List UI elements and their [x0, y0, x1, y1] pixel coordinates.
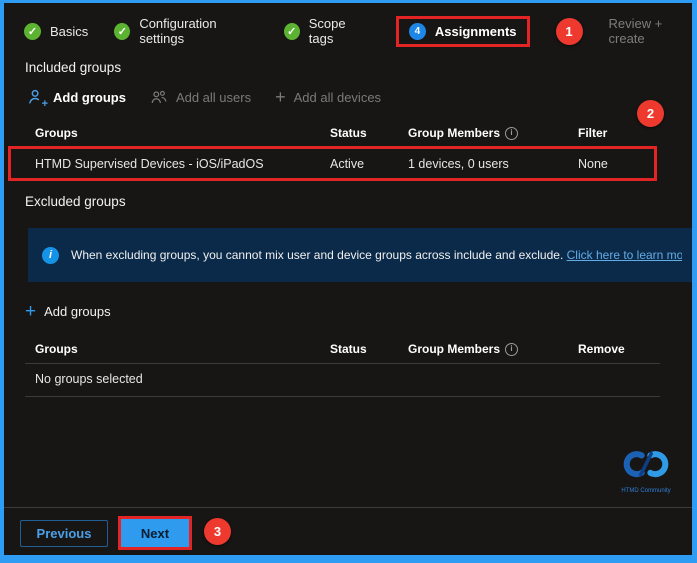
screenshot-frame: ✓ Basics ✓ Configuration settings ✓ Scop… [0, 0, 697, 563]
included-table-header: Groups Status Group Members i Filter [0, 126, 697, 140]
group-name-link[interactable]: HTMD Supervised Devices - iOS/iPadOS [35, 157, 330, 171]
status-value: Active [330, 157, 408, 171]
annotation-step-2: 2 [637, 100, 664, 127]
logo-caption: HTMD Community [612, 488, 680, 494]
column-group-members: Group Members i [408, 342, 578, 356]
person-add-icon: + [27, 88, 45, 106]
check-icon: ✓ [284, 23, 300, 40]
tab-label: Review + create [609, 16, 697, 46]
add-groups-label: Add groups [53, 90, 126, 105]
tab-label: Assignments [435, 24, 517, 39]
excluded-table-header: Groups Status Group Members i Remove [0, 342, 697, 356]
excluded-groups-heading: Excluded groups [25, 194, 126, 209]
add-all-devices-button: + Add all devices [275, 88, 381, 106]
included-groups-heading: Included groups [25, 60, 121, 75]
empty-table-message: No groups selected [35, 372, 143, 386]
step-number-badge: 4 [409, 23, 426, 40]
banner-text: When excluding groups, you cannot mix us… [71, 248, 682, 262]
tab-review-create: Review + create [609, 16, 697, 46]
check-icon: ✓ [24, 23, 41, 40]
footer-divider [4, 507, 692, 508]
add-groups-button[interactable]: + Add groups [27, 88, 126, 106]
divider [25, 363, 660, 364]
add-groups-label: Add groups [44, 304, 111, 319]
annotation-box-assignments: 4 Assignments [396, 16, 530, 47]
tab-scope-tags[interactable]: ✓ Scope tags [284, 16, 370, 46]
tab-label: Basics [50, 24, 88, 39]
next-button[interactable]: Next [121, 519, 189, 547]
included-groups-toolbar: + Add groups Add all users + Add all dev… [27, 88, 381, 106]
plus-icon: + [25, 302, 36, 321]
add-all-users-label: Add all users [176, 90, 251, 105]
group-members-value: 1 devices, 0 users [408, 157, 578, 171]
add-all-devices-label: Add all devices [294, 90, 381, 105]
column-status: Status [330, 126, 408, 140]
column-filter: Filter [578, 126, 657, 140]
info-icon: i [42, 247, 59, 264]
info-banner: i When excluding groups, you cannot mix … [28, 228, 692, 282]
tab-basics[interactable]: ✓ Basics [24, 23, 88, 40]
previous-button[interactable]: Previous [20, 520, 108, 547]
plus-badge: + [42, 99, 48, 110]
column-status: Status [330, 342, 408, 356]
info-icon[interactable]: i [505, 343, 518, 356]
annotation-step-3: 3 [204, 518, 231, 545]
people-icon [150, 88, 168, 106]
tab-label: Configuration settings [139, 16, 257, 46]
filter-value: None [578, 157, 654, 171]
tab-label: Scope tags [309, 16, 370, 46]
logo-icon [619, 448, 673, 482]
wizard-steps: ✓ Basics ✓ Configuration settings ✓ Scop… [24, 14, 697, 48]
column-groups: Groups [35, 126, 330, 140]
column-group-members: Group Members i [408, 126, 578, 140]
check-icon: ✓ [114, 23, 130, 40]
annotation-box-included-row: HTMD Supervised Devices - iOS/iPadOS Act… [8, 146, 657, 181]
column-remove: Remove [578, 342, 657, 356]
learn-more-link[interactable]: Click here to learn more about [567, 248, 682, 262]
tab-assignments[interactable]: 4 Assignments [409, 23, 517, 40]
annotation-step-1: 1 [556, 18, 583, 45]
column-groups: Groups [35, 342, 330, 356]
add-all-users-button: Add all users [150, 88, 251, 106]
htmd-community-logo: HTMD Community [612, 448, 680, 494]
divider [25, 396, 660, 397]
info-icon[interactable]: i [505, 127, 518, 140]
tab-configuration-settings[interactable]: ✓ Configuration settings [114, 16, 257, 46]
table-row[interactable]: HTMD Supervised Devices - iOS/iPadOS Act… [11, 157, 654, 171]
plus-icon: + [275, 88, 286, 106]
excluded-add-groups-button[interactable]: + Add groups [25, 302, 111, 321]
annotation-box-next: Next [118, 516, 192, 550]
